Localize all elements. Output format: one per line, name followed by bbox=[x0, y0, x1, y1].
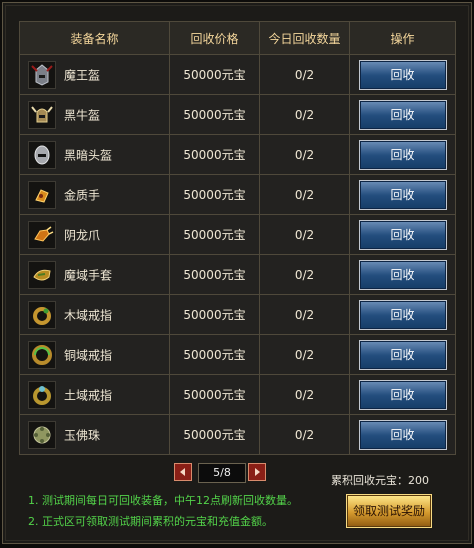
item-count: 0/2 bbox=[259, 254, 350, 295]
recover-button-cell: 回收 bbox=[349, 174, 456, 215]
item-price: 50000元宝 bbox=[169, 374, 260, 415]
item-count: 0/2 bbox=[259, 134, 350, 175]
item-name-cell: 魔域手套 bbox=[19, 254, 170, 295]
recover-button[interactable]: 回收 bbox=[358, 299, 447, 330]
recover-button[interactable]: 回收 bbox=[358, 219, 447, 250]
table-row: 铜域戒指 50000元宝 0/2 回收 bbox=[19, 334, 456, 375]
recover-button-cell: 回收 bbox=[349, 94, 456, 135]
item-price: 50000元宝 bbox=[169, 294, 260, 335]
recover-button[interactable]: 回收 bbox=[358, 259, 447, 290]
recover-button[interactable]: 回收 bbox=[358, 179, 447, 210]
recover-button[interactable]: 回收 bbox=[358, 99, 447, 130]
jade-bead-icon bbox=[28, 420, 56, 449]
item-name-cell: 木域戒指 bbox=[19, 294, 170, 335]
table-row: 木域戒指 50000元宝 0/2 回收 bbox=[19, 294, 456, 335]
header-count: 今日回收数量 bbox=[259, 21, 350, 55]
recover-button-cell: 回收 bbox=[349, 414, 456, 455]
item-name: 金质手 bbox=[64, 188, 101, 202]
item-name: 玉佛珠 bbox=[64, 428, 101, 442]
item-count: 0/2 bbox=[259, 54, 350, 95]
recovery-table: 装备名称 回收价格 今日回收数量 操作 魔王盔 50000元宝 0/2 回收 黑… bbox=[19, 21, 456, 455]
earth-ring-icon bbox=[28, 380, 56, 409]
item-price: 50000元宝 bbox=[169, 94, 260, 135]
table-row: 土域戒指 50000元宝 0/2 回收 bbox=[19, 374, 456, 415]
header-operation: 操作 bbox=[349, 21, 456, 55]
item-name: 黑牛盔 bbox=[64, 108, 101, 122]
recover-button[interactable]: 回收 bbox=[358, 379, 447, 410]
header-price: 回收价格 bbox=[169, 21, 260, 55]
item-count: 0/2 bbox=[259, 334, 350, 375]
item-name: 木域戒指 bbox=[64, 308, 113, 322]
item-name-cell: 玉佛珠 bbox=[19, 414, 170, 455]
item-name-cell: 铜域戒指 bbox=[19, 334, 170, 375]
recover-button-cell: 回收 bbox=[349, 214, 456, 255]
bull-helmet-icon bbox=[28, 100, 56, 129]
item-price: 50000元宝 bbox=[169, 134, 260, 175]
header-name: 装备名称 bbox=[19, 21, 170, 55]
table-header-row: 装备名称 回收价格 今日回收数量 操作 bbox=[19, 21, 456, 55]
recover-button[interactable]: 回收 bbox=[358, 59, 447, 90]
item-price: 50000元宝 bbox=[169, 334, 260, 375]
item-price: 50000元宝 bbox=[169, 214, 260, 255]
gold-gauntlet-icon bbox=[28, 180, 56, 209]
item-price: 50000元宝 bbox=[169, 174, 260, 215]
item-count: 0/2 bbox=[259, 214, 350, 255]
total-recovered: 累积回收元宝：200 bbox=[331, 474, 429, 487]
recover-button-cell: 回收 bbox=[349, 254, 456, 295]
dragon-claw-icon bbox=[28, 220, 56, 249]
item-name-cell: 魔王盔 bbox=[19, 54, 170, 95]
left-arrow-icon[interactable] bbox=[174, 463, 192, 481]
item-count: 0/2 bbox=[259, 414, 350, 455]
demon-glove-icon bbox=[28, 260, 56, 289]
recover-button-cell: 回收 bbox=[349, 294, 456, 335]
item-count: 0/2 bbox=[259, 94, 350, 135]
recover-button[interactable]: 回收 bbox=[358, 339, 447, 370]
item-name: 阴龙爪 bbox=[64, 228, 101, 242]
item-price: 50000元宝 bbox=[169, 54, 260, 95]
recovery-panel: 装备名称 回收价格 今日回收数量 操作 魔王盔 50000元宝 0/2 回收 黑… bbox=[2, 2, 472, 544]
item-price: 50000元宝 bbox=[169, 414, 260, 455]
recover-button-cell: 回收 bbox=[349, 374, 456, 415]
dark-helmet-icon bbox=[28, 140, 56, 169]
note-2: 2. 正式区可领取测试期间累积的元宝和充值金额。 bbox=[28, 515, 273, 528]
page-indicator: 5/8 bbox=[198, 463, 246, 483]
item-price: 50000元宝 bbox=[169, 254, 260, 295]
item-name: 黑暗头盔 bbox=[64, 148, 113, 162]
item-name: 土域戒指 bbox=[64, 388, 113, 402]
wood-ring-icon bbox=[28, 300, 56, 329]
table-row: 金质手 50000元宝 0/2 回收 bbox=[19, 174, 456, 215]
recover-button-cell: 回收 bbox=[349, 54, 456, 95]
note-1: 1. 测试期间每日可回收装备，中午12点刷新回收数量。 bbox=[28, 494, 298, 507]
item-name-cell: 金质手 bbox=[19, 174, 170, 215]
recover-button-cell: 回收 bbox=[349, 134, 456, 175]
item-name-cell: 黑暗头盔 bbox=[19, 134, 170, 175]
table-row: 玉佛珠 50000元宝 0/2 回收 bbox=[19, 414, 456, 455]
bronze-ring-icon bbox=[28, 340, 56, 369]
item-name: 铜域戒指 bbox=[64, 348, 113, 362]
item-count: 0/2 bbox=[259, 374, 350, 415]
recover-button[interactable]: 回收 bbox=[358, 139, 447, 170]
item-name-cell: 阴龙爪 bbox=[19, 214, 170, 255]
table-row: 黑牛盔 50000元宝 0/2 回收 bbox=[19, 94, 456, 135]
item-name: 魔王盔 bbox=[64, 68, 101, 82]
table-row: 魔王盔 50000元宝 0/2 回收 bbox=[19, 54, 456, 95]
recover-button[interactable]: 回收 bbox=[358, 419, 447, 450]
demon-helmet-icon bbox=[28, 60, 56, 89]
table-row: 魔域手套 50000元宝 0/2 回收 bbox=[19, 254, 456, 295]
table-row: 阴龙爪 50000元宝 0/2 回收 bbox=[19, 214, 456, 255]
item-name-cell: 土域戒指 bbox=[19, 374, 170, 415]
table-row: 黑暗头盔 50000元宝 0/2 回收 bbox=[19, 134, 456, 175]
recover-button-cell: 回收 bbox=[349, 334, 456, 375]
item-name: 魔域手套 bbox=[64, 268, 113, 282]
item-name-cell: 黑牛盔 bbox=[19, 94, 170, 135]
claim-test-reward-button[interactable]: 领取测试奖励 bbox=[346, 494, 432, 528]
right-arrow-icon[interactable] bbox=[248, 463, 266, 481]
item-count: 0/2 bbox=[259, 294, 350, 335]
item-count: 0/2 bbox=[259, 174, 350, 215]
